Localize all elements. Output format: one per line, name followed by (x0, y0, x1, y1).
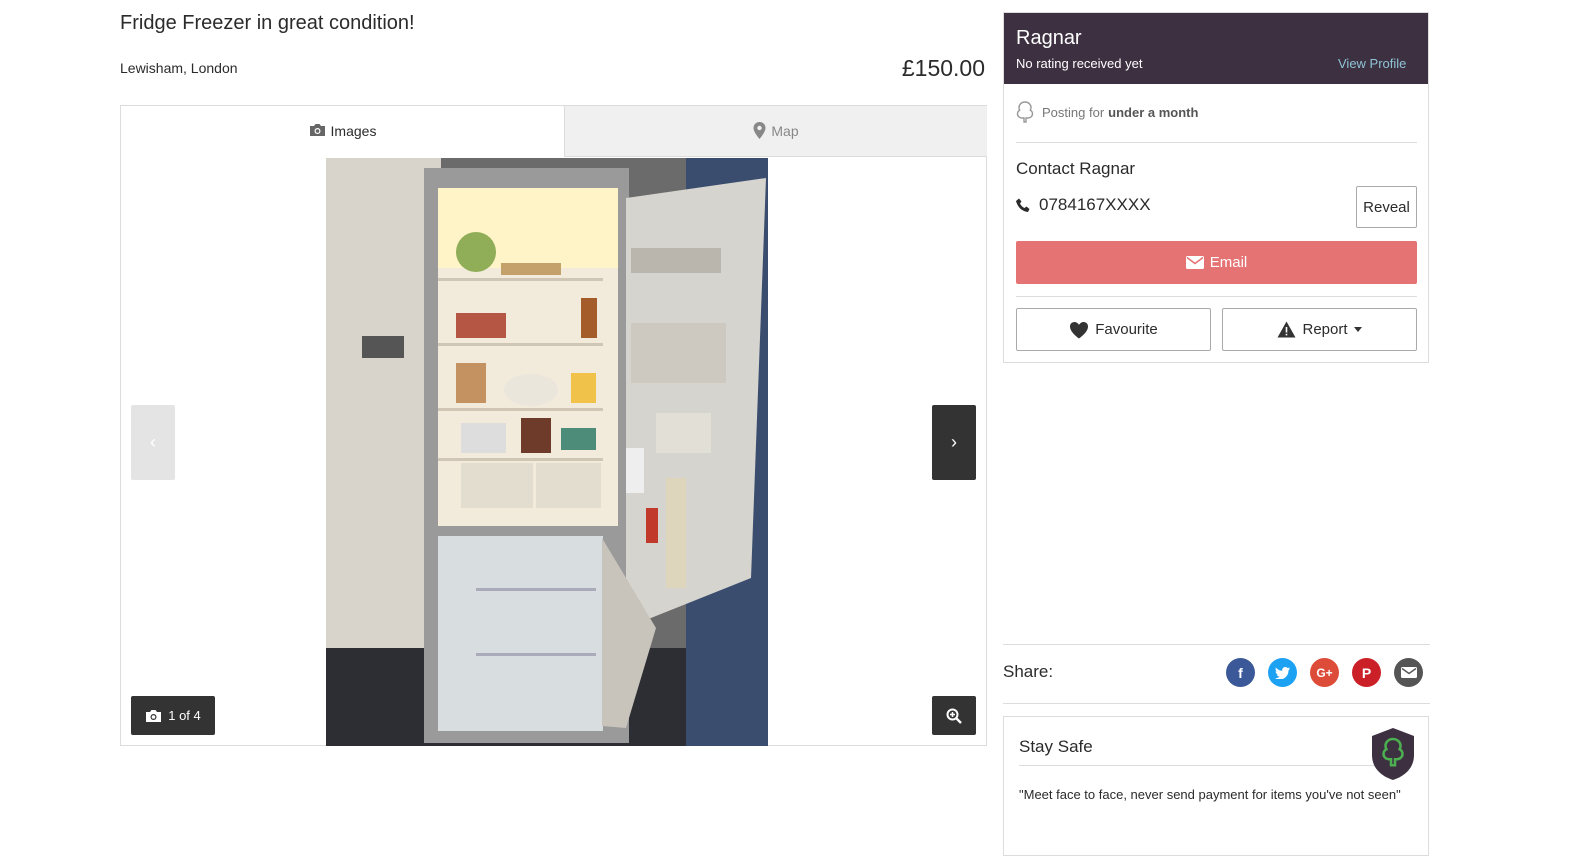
stay-safe-title: Stay Safe (1019, 737, 1093, 756)
seller-panel: Ragnar No rating received yet View Profi… (1003, 12, 1429, 363)
tab-map-label: Map (771, 123, 799, 139)
phone-number-text: 0784167XXXX (1039, 195, 1151, 214)
posting-prefix: Posting for (1042, 104, 1105, 120)
envelope-icon (1185, 256, 1204, 269)
zoom-button[interactable] (932, 696, 976, 735)
tab-map[interactable]: Map (564, 106, 987, 157)
heart-icon (1070, 321, 1089, 338)
caret-down-icon (1353, 327, 1362, 332)
email-seller-button[interactable]: Email (1016, 241, 1417, 284)
posting-duration-value: under a month (1108, 104, 1199, 120)
twitter-icon[interactable] (1268, 658, 1297, 687)
posting-duration: Posting for under a month (1016, 101, 1198, 123)
image-counter-text: 1 of 4 (168, 708, 201, 723)
image-counter: 1 of 4 (131, 696, 215, 735)
share-label: Share: (1003, 662, 1054, 681)
next-image-button[interactable]: › (932, 405, 976, 480)
stay-safe-text: "Meet face to face, never send payment f… (1019, 787, 1401, 802)
camera-icon (146, 709, 162, 722)
listing-title: Fridge Freezer in great condition! (120, 12, 415, 34)
listing-photo[interactable] (326, 158, 768, 746)
pinterest-icon[interactable]: P (1352, 658, 1381, 687)
image-gallery: Images Map ‹ › 1 of 4 (120, 105, 987, 746)
seller-rating: No rating received yet (1016, 56, 1143, 71)
prev-image-button[interactable]: ‹ (131, 405, 175, 480)
divider (1019, 765, 1399, 766)
seller-name: Ragnar (1016, 27, 1082, 49)
divider (1003, 644, 1430, 645)
camera-icon (309, 124, 325, 137)
divider (1003, 703, 1430, 704)
view-profile-link[interactable]: View Profile (1338, 56, 1406, 71)
email-share-icon[interactable] (1394, 658, 1423, 687)
stay-safe-panel: Stay Safe "Meet face to face, never send… (1003, 716, 1429, 856)
report-button[interactable]: Report (1222, 308, 1417, 351)
tab-images[interactable]: Images (121, 106, 564, 157)
phone-icon (1016, 198, 1030, 212)
tab-images-label: Images (330, 123, 377, 139)
email-button-label: Email (1209, 254, 1248, 271)
tree-outline-icon (1016, 101, 1034, 123)
google-plus-icon[interactable]: G+ (1310, 658, 1339, 687)
reveal-phone-button[interactable]: Reveal (1356, 186, 1417, 228)
listing-location: Lewisham, London (120, 60, 238, 76)
map-pin-icon (753, 121, 766, 139)
favourite-button[interactable]: Favourite (1016, 308, 1211, 351)
zoom-in-icon (946, 708, 962, 724)
contact-title: Contact Ragnar (1016, 159, 1136, 178)
divider (1016, 296, 1417, 297)
warning-icon (1277, 321, 1296, 338)
phone-number: 0784167XXXX (1016, 195, 1151, 215)
favourite-label: Favourite (1095, 321, 1158, 338)
report-label: Report (1302, 321, 1348, 338)
divider (1016, 142, 1417, 143)
shield-tree-icon (1370, 727, 1416, 786)
listing-price: £150.00 (901, 55, 985, 81)
seller-header: Ragnar No rating received yet View Profi… (1004, 13, 1428, 84)
facebook-icon[interactable]: f (1226, 658, 1255, 687)
